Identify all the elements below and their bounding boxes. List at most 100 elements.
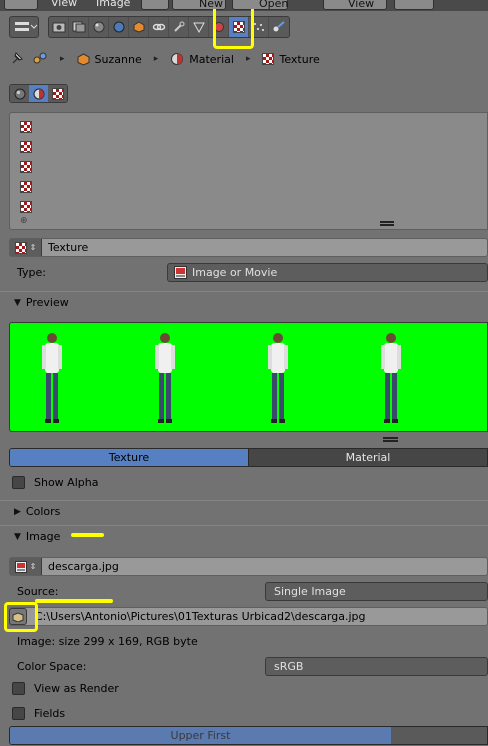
object-icon: [77, 52, 90, 66]
highlight-path-line: [35, 599, 113, 603]
fields-checkbox[interactable]: [12, 707, 25, 720]
editor-type-icon[interactable]: [9, 16, 39, 38]
show-alpha-checkbox[interactable]: [12, 476, 25, 489]
preview-header-label: Preview: [25, 296, 69, 309]
breadcrumb-object: Suzanne: [77, 53, 142, 66]
browse-image-button[interactable]: [141, 0, 169, 10]
texture-slot-icon[interactable]: [20, 201, 32, 213]
image-menu[interactable]: Image: [96, 0, 130, 9]
breadcrumb-object-label: Suzanne: [94, 52, 142, 66]
world-texture-tab-icon[interactable]: [10, 85, 29, 102]
texture-slots-list[interactable]: ⊕: [9, 112, 488, 230]
highlight-image-underline: [71, 533, 104, 537]
highlight-pack-button: [4, 602, 38, 632]
data-tab-icon[interactable]: [189, 17, 209, 37]
filepath-value[interactable]: C:\Users\Antonio\Pictures\01Texturas Urb…: [35, 610, 366, 623]
person-figure-icon: [155, 333, 175, 423]
person-figure-icon: [42, 333, 62, 423]
resize-grip-icon: [380, 224, 394, 226]
constraints-tab-icon[interactable]: [149, 17, 169, 37]
preview-resize-grip-icon[interactable]: [383, 437, 398, 439]
scene-link-icon: [32, 51, 48, 68]
material-icon: [171, 53, 184, 65]
image-name[interactable]: descarga.jpg: [48, 560, 119, 573]
properties-toolbar: [0, 9, 488, 49]
breadcrumb-material: Material: [170, 52, 234, 66]
highlight-texture-tab: [213, 9, 254, 49]
updown-icon: ⇕: [29, 562, 37, 571]
collapse-triangle-icon: ▶: [14, 506, 21, 517]
view-as-render-label: View as Render: [34, 682, 119, 695]
image-header-label: Image: [25, 530, 61, 543]
view-dropdown[interactable]: View: [323, 0, 387, 10]
show-alpha-label: Show Alpha: [34, 476, 99, 489]
texture-slot-icon[interactable]: [20, 141, 32, 153]
breadcrumb-arrow-icon: ▸: [245, 54, 251, 64]
field-order-toggle: Upper First: [9, 726, 488, 745]
texture-icon: [262, 53, 275, 65]
colorspace-dropdown[interactable]: sRGB: [265, 657, 488, 676]
fields-label: Fields: [34, 707, 66, 720]
type-label: Type:: [17, 266, 46, 279]
source-value: Single Image: [274, 585, 346, 598]
expand-triangle-icon: ▼: [14, 297, 21, 308]
resize-grip-icon[interactable]: [380, 221, 394, 223]
object-tab-icon[interactable]: [129, 17, 149, 37]
texture-slot-icon[interactable]: [20, 161, 32, 173]
preview-panel-header[interactable]: ▼ Preview: [0, 291, 488, 313]
pin-icon[interactable]: [10, 51, 24, 68]
preview-material-toggle[interactable]: Material: [249, 449, 487, 466]
preview-resize-grip-icon: [383, 440, 398, 442]
colors-header-label: Colors: [25, 505, 61, 518]
render-layers-tab-icon[interactable]: [69, 17, 89, 37]
view-dropdown-label: View: [348, 0, 375, 10]
breadcrumb-texture-label: Texture: [279, 52, 320, 66]
colors-panel-header[interactable]: ▶ Colors: [0, 500, 488, 522]
scene-tab-icon[interactable]: [89, 17, 109, 37]
breadcrumb-material-label: Material: [189, 52, 234, 66]
view-menu[interactable]: View: [51, 0, 77, 9]
preview-type-toggle: Texture Material: [9, 448, 488, 467]
image-type-icon: [174, 266, 187, 282]
texture-slot-icon[interactable]: [20, 181, 32, 193]
updown-icon: ⇕: [29, 243, 37, 252]
image-info-label: Image: size 299 x 169, RGB byte: [17, 635, 198, 648]
world-tab-icon[interactable]: [109, 17, 129, 37]
lower-first-toggle[interactable]: [391, 727, 487, 744]
texture-icon: [14, 241, 27, 254]
breadcrumb: ▸ Suzanne ▸ Material ▸ Texture: [0, 47, 488, 71]
material-texture-tab-icon[interactable]: [29, 85, 48, 102]
breadcrumb-texture: Texture: [262, 52, 320, 66]
other-texture-tab-icon[interactable]: [48, 85, 67, 102]
view-as-render-checkbox[interactable]: [12, 682, 25, 695]
texture-preview-image: [9, 322, 488, 432]
upper-first-toggle[interactable]: Upper First: [10, 727, 391, 744]
colorspace-label: Color Space:: [17, 660, 87, 673]
image-icon: [14, 560, 27, 573]
physics-tab-icon[interactable]: [269, 17, 289, 37]
source-label: Source:: [17, 585, 59, 598]
expand-triangle-icon: ▼: [14, 531, 21, 542]
source-dropdown[interactable]: Single Image: [265, 582, 488, 601]
add-slot-icon[interactable]: ⊕: [20, 216, 28, 226]
type-value: Image or Movie: [192, 266, 278, 279]
texture-slot-icon[interactable]: [20, 121, 32, 133]
render-tab-icon[interactable]: [49, 17, 69, 37]
image-datablock[interactable]: ⇕ descarga.jpg: [9, 557, 488, 576]
person-figure-icon: [268, 333, 288, 423]
filepath-field[interactable]: C:\Users\Antonio\Pictures\01Texturas Urb…: [9, 607, 488, 626]
type-dropdown[interactable]: Image or Movie: [167, 263, 488, 282]
texture-name[interactable]: Texture: [48, 241, 88, 254]
preview-texture-toggle[interactable]: Texture: [10, 449, 249, 466]
browse-image-datablock-button[interactable]: ⇕: [10, 558, 42, 575]
texture-context-tabs: [9, 84, 68, 103]
pivot-dropdown[interactable]: [394, 0, 434, 10]
browse-texture-button[interactable]: ⇕: [10, 239, 42, 256]
breadcrumb-arrow-icon: ▸: [60, 54, 65, 64]
person-figure-icon: [381, 333, 401, 423]
editor-type-button[interactable]: [4, 0, 38, 10]
texture-datablock[interactable]: ⇕ Texture: [9, 238, 488, 257]
modifiers-tab-icon[interactable]: [169, 17, 189, 37]
colorspace-value: sRGB: [274, 660, 304, 673]
breadcrumb-arrow-icon: ▸: [153, 54, 159, 64]
